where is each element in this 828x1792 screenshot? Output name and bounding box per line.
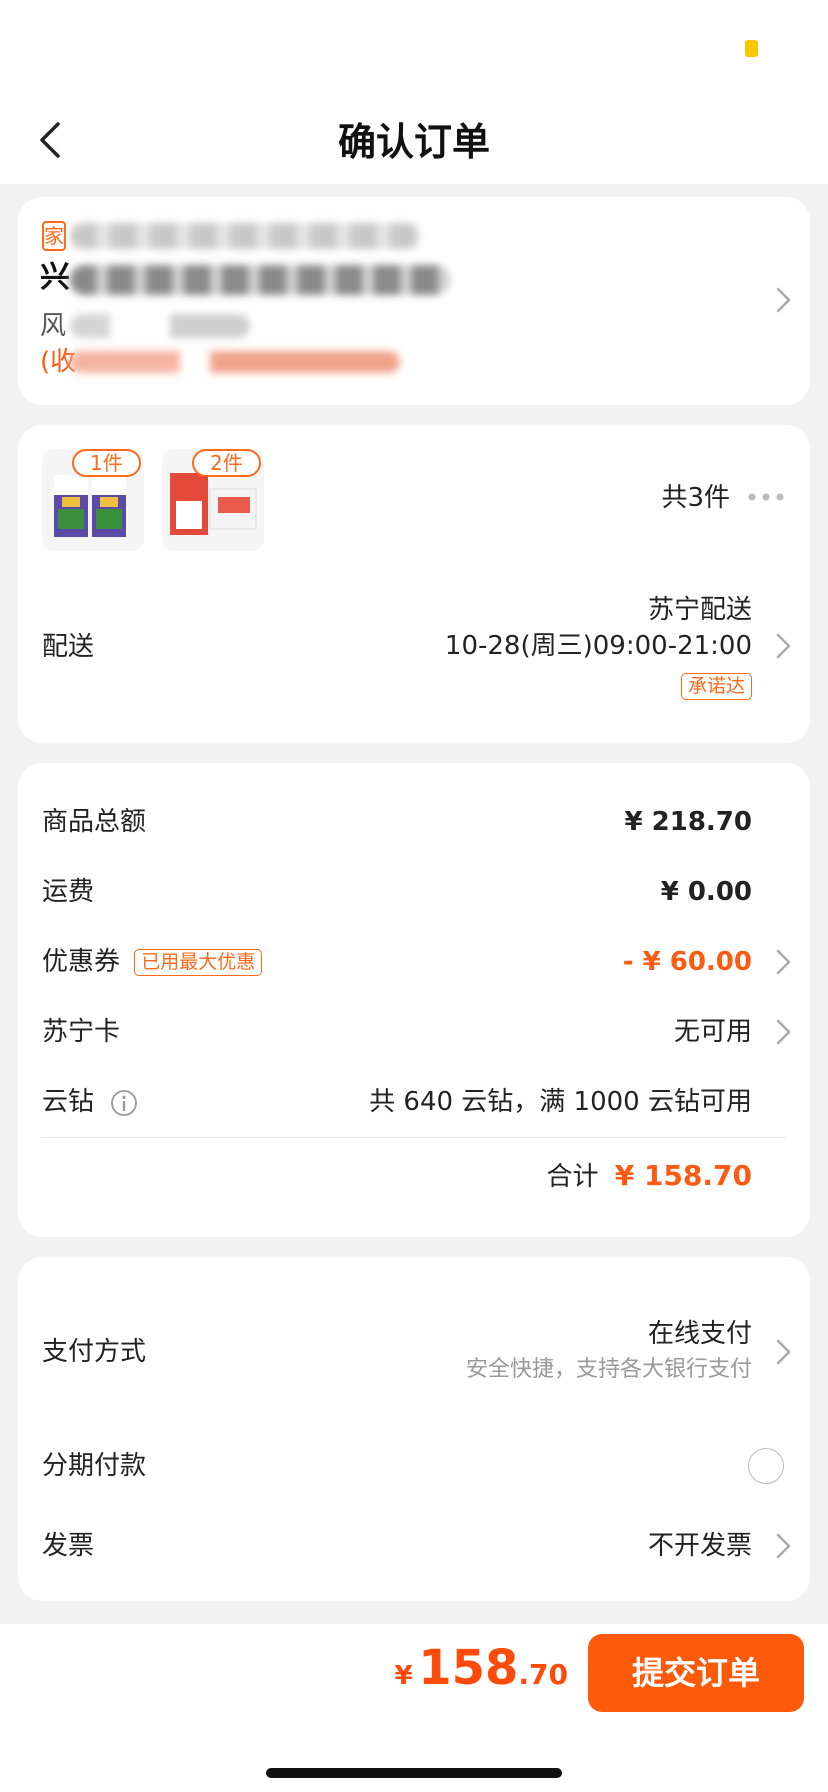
payment-card: 支付方式 在线支付 安全快捷，支持各大银行支付 分期付款 发票 不开发票 [18,1257,810,1601]
goods-total-count: 共3件 [661,483,730,513]
coupon-value: - ¥ 60.00 [622,947,752,977]
payment-chevron-right-icon[interactable] [774,1337,794,1367]
delivery-chevron-right-icon[interactable] [774,631,794,661]
goods-total-label: 商品总额 [42,807,147,837]
coupon-label: 优惠券 [42,947,121,977]
suning-card-chevron-right-icon[interactable] [774,1017,794,1047]
status-bar [0,0,828,100]
footer-amount-dec: .70 [518,1658,568,1691]
goods-qty-badge-1: 1件 [72,449,141,477]
goods-delivery-card: 1件 2件 共3件 配送 苏宁配送 10-28(周三)09:00-21:00 承… [18,425,810,743]
coupon-max-tag: 已用最大优惠 [134,949,263,976]
submit-order-button[interactable]: 提交订单 [588,1634,804,1712]
more-options-icon[interactable] [746,491,786,503]
address-tag-home: 家 [42,221,66,251]
delivery-label: 配送 [42,632,95,662]
shipping-value: ¥ 0.00 [660,877,752,907]
invoice-chevron-right-icon[interactable] [774,1531,794,1561]
address-card[interactable]: 家 兴 风 (收 [18,197,810,405]
yunzuan-value: 共 640 云钻，满 1000 云钻可用 [369,1087,752,1117]
order-total-label: 合计 [546,1162,599,1192]
footer-currency: ¥ [394,1661,413,1691]
suning-card-value[interactable]: 无可用 [674,1015,752,1049]
goods-qty-badge-2: 2件 [192,449,261,477]
coupon-chevron-right-icon[interactable] [774,947,794,977]
address-chevron-right-icon [776,287,791,313]
address-blurred-line-2 [70,265,450,295]
address-line-2-initial: 兴 [40,260,70,295]
checkout-bar: ¥ 158.70 提交订单 [0,1624,828,1792]
goods-total-value: ¥ 218.70 [624,807,752,837]
promise-tag: 承诺达 [680,673,752,700]
suning-card-label: 苏宁卡 [42,1017,121,1047]
yunzuan-label: 云钻 [42,1087,95,1117]
payment-method-sub: 安全快捷，支持各大银行支付 [465,1357,752,1382]
pricing-card: 商品总额 ¥ 218.70 运费 ¥ 0.00 优惠券 已用最大优惠 - ¥ 6… [18,763,810,1237]
payment-method-value[interactable]: 在线支付 [648,1317,752,1351]
address-line-3-initial: 风 [40,311,67,341]
shipping-label: 运费 [42,877,95,907]
footer-total-amount: ¥ 158.70 [395,1638,568,1698]
order-total: 合计 ¥ 158.70 [546,1159,752,1194]
coupon-row[interactable]: 优惠券 已用最大优惠 [42,945,263,979]
delivery-method: 苏宁配送 [647,595,752,625]
invoice-value[interactable]: 不开发票 [648,1529,752,1563]
order-total-value: ¥ 158.70 [614,1159,752,1192]
address-blurred-line-4 [70,351,400,373]
pricing-divider [42,1137,786,1138]
battery-icon [745,40,758,57]
delivery-promise-badge: 承诺达 [680,669,752,703]
invoice-label: 发票 [42,1531,95,1561]
nav-bar: 确认订单 [0,100,828,184]
address-blurred-line-3 [70,314,250,338]
home-indicator [266,1768,562,1778]
page-title: 确认订单 [337,120,490,164]
footer-amount-int: 158 [418,1640,519,1696]
installment-label: 分期付款 [42,1451,147,1481]
delivery-time: 10-28(周三)09:00-21:00 [444,631,752,661]
installment-radio[interactable] [748,1448,784,1484]
payment-method-label: 支付方式 [42,1337,147,1367]
info-icon[interactable] [110,1089,138,1117]
address-blurred-line-1 [70,223,420,249]
